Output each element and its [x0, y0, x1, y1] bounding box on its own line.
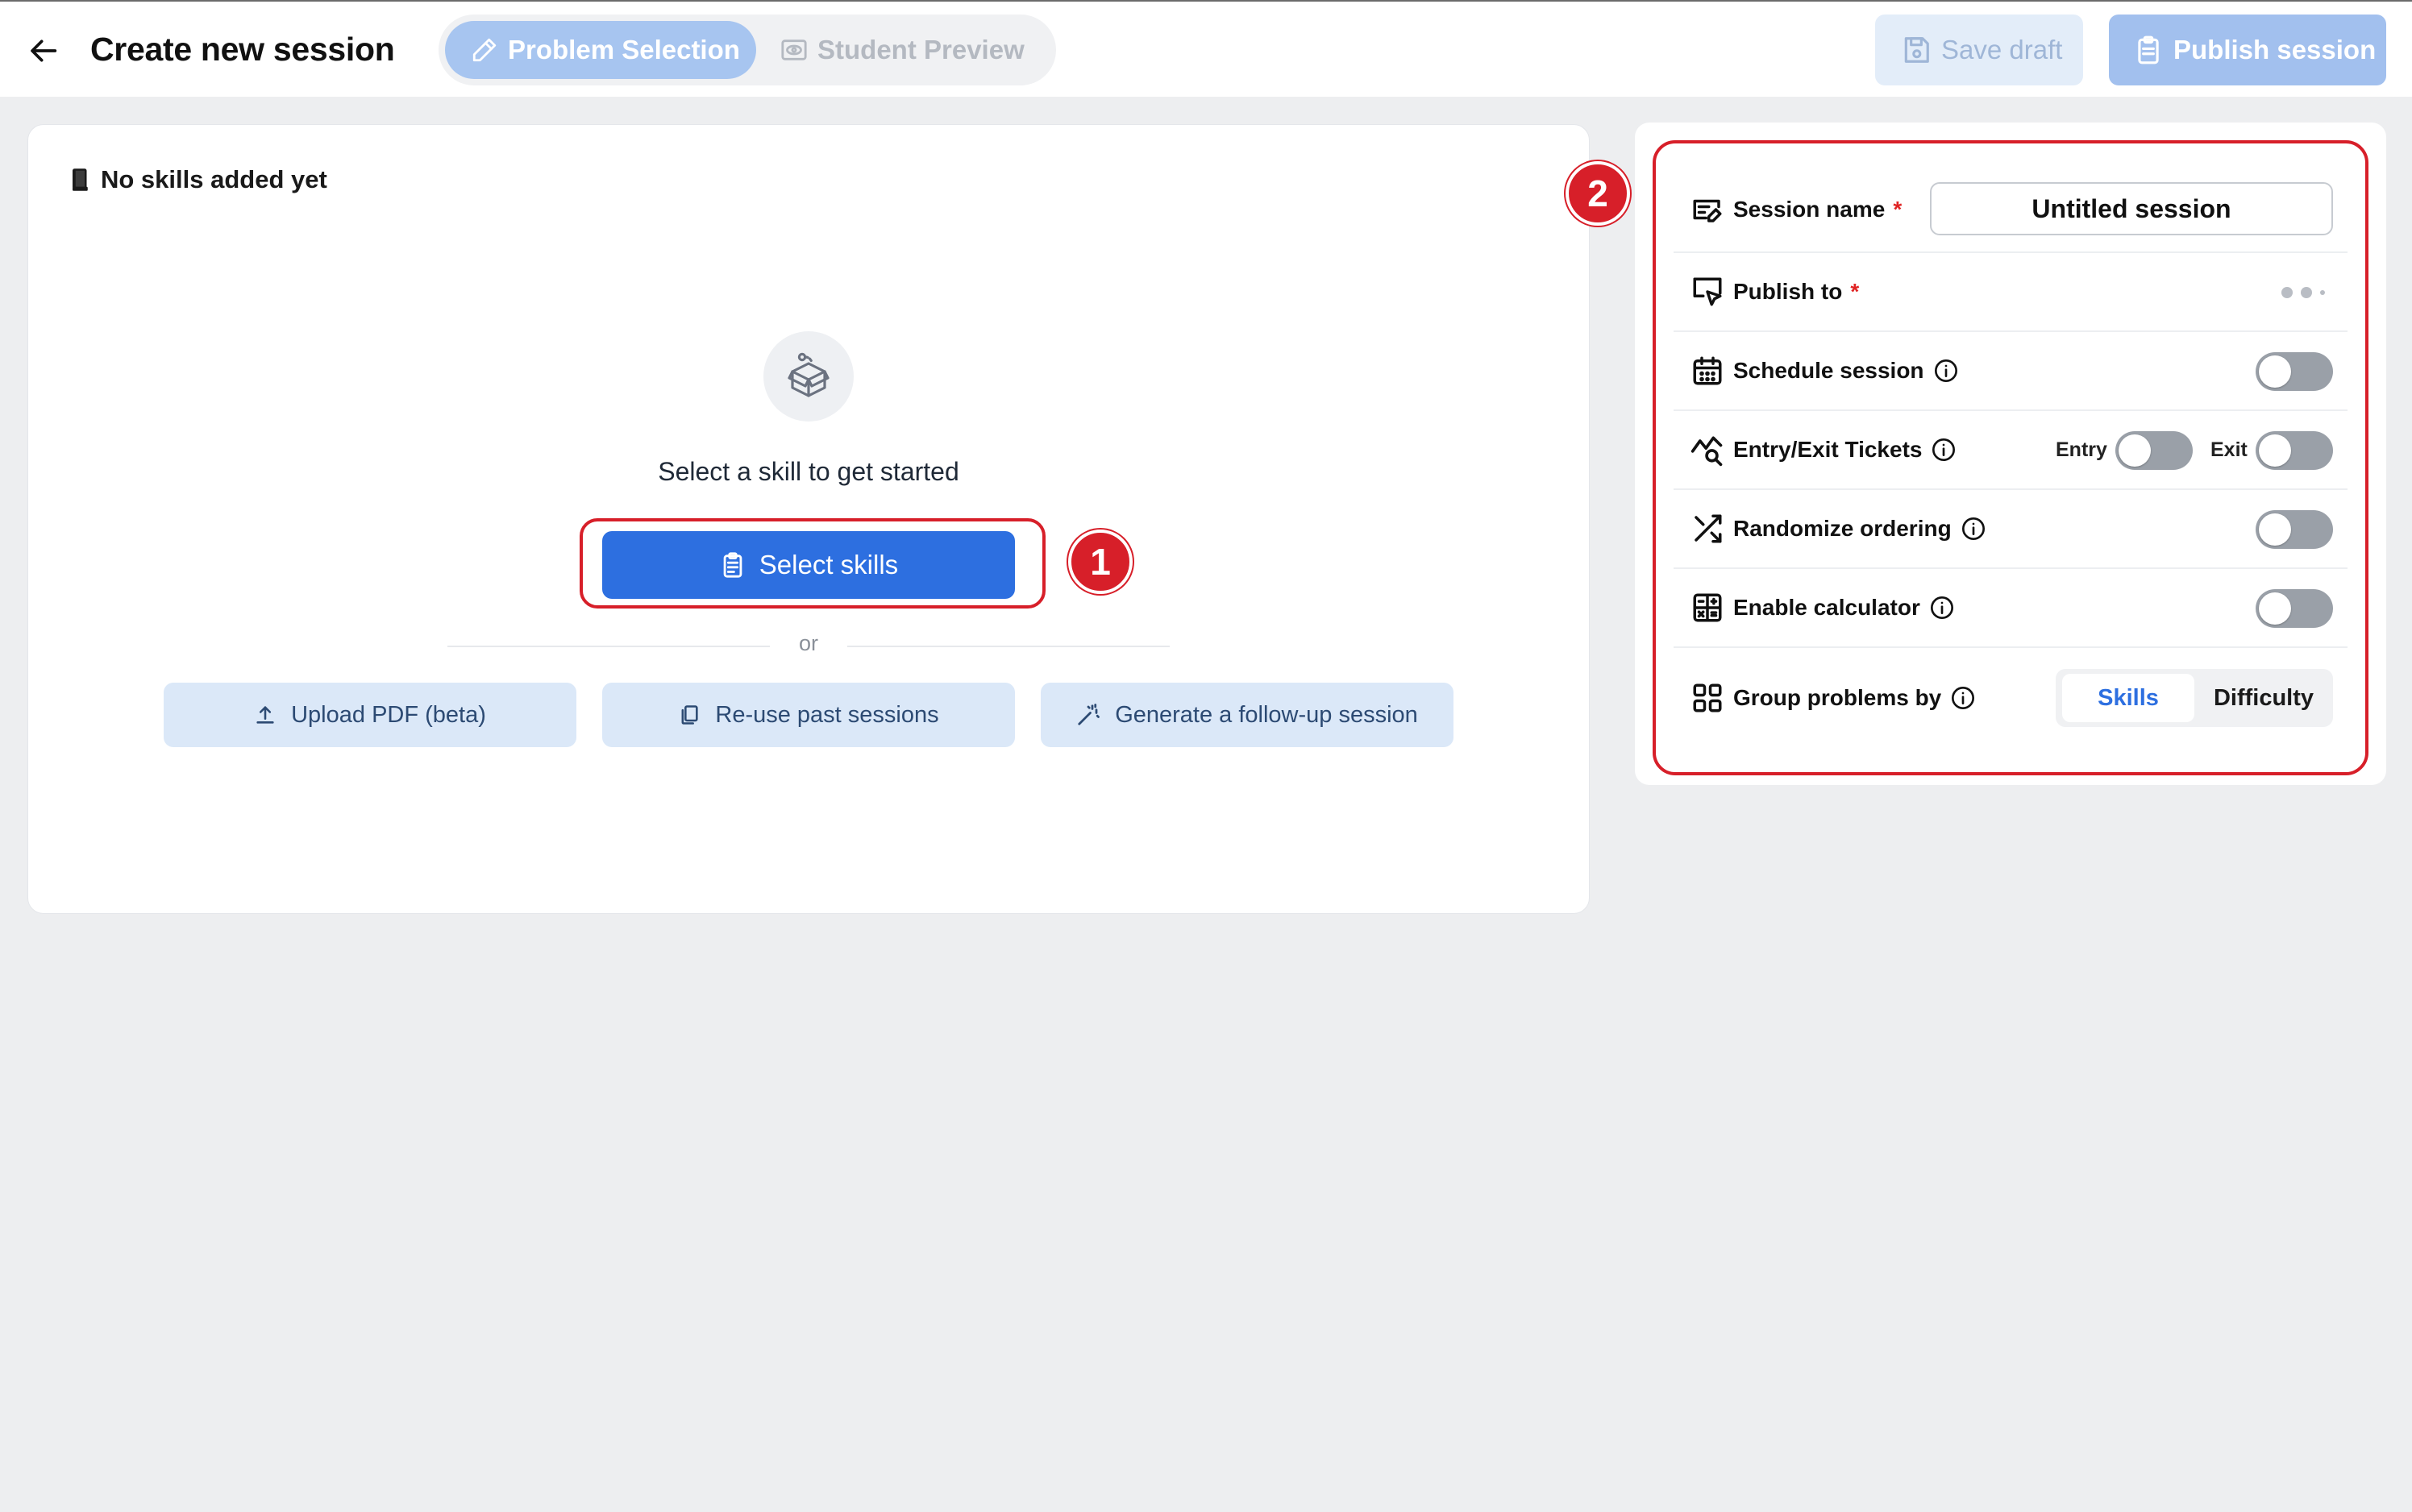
schedule-session-label: Schedule session — [1733, 357, 1960, 384]
select-skills-button[interactable]: Select skills — [602, 531, 1015, 599]
calculator-icon — [1690, 590, 1725, 625]
schedule-session-toggle[interactable] — [2256, 352, 2333, 391]
group-by-segmented-control: Skills Difficulty — [2056, 669, 2333, 727]
annotation-badge-2: 2 — [1566, 161, 1630, 226]
calendar-icon — [1690, 353, 1725, 388]
info-icon[interactable] — [1930, 436, 1957, 463]
select-skills-label: Select skills — [759, 550, 899, 579]
tab-label: Student Preview — [817, 35, 1025, 64]
settings-list: Session name * Publish to * — [1674, 168, 2348, 748]
publish-to-text: Publish to — [1733, 279, 1843, 304]
eye-preview-icon — [781, 39, 807, 60]
setting-enable-calculator: Enable calculator — [1674, 569, 2348, 648]
setting-group-problems: Group problems by Skills Difficulty — [1674, 648, 2348, 748]
group-by-skills-option[interactable]: Skills — [2062, 674, 2194, 722]
entry-ticket-toggle[interactable] — [2115, 431, 2193, 470]
tab-problem-selection[interactable]: Problem Selection — [445, 21, 756, 79]
empty-state-text: Select a skill to get started — [658, 457, 959, 486]
setting-session-name: Session name * — [1674, 168, 2348, 253]
info-icon[interactable] — [1928, 594, 1956, 621]
setting-randomize-ordering: Randomize ordering — [1674, 490, 2348, 569]
or-separator: or — [798, 631, 818, 655]
loading-dot — [2301, 287, 2312, 298]
divider-left — [447, 646, 770, 647]
enable-calculator-toggle[interactable] — [2256, 589, 2333, 628]
reuse-sessions-button[interactable]: Re-use past sessions — [602, 683, 1015, 747]
entry-exit-label: Entry/Exit Tickets — [1733, 436, 1957, 463]
exit-ticket-toggle[interactable] — [2256, 431, 2333, 470]
info-icon[interactable] — [1960, 515, 1987, 542]
publish-cursor-icon — [1690, 274, 1725, 309]
publish-to-label: Publish to * — [1733, 279, 1859, 305]
generate-followup-label: Generate a follow-up session — [1115, 701, 1418, 728]
publish-session-button[interactable]: Publish session — [2109, 15, 2386, 85]
annotation-badge-1: 1 — [1068, 530, 1133, 594]
required-mark: * — [1850, 279, 1860, 304]
shuffle-icon — [1690, 511, 1725, 546]
randomize-ordering-toggle[interactable] — [2256, 510, 2333, 549]
back-button[interactable] — [24, 31, 64, 71]
tab-label: Problem Selection — [508, 35, 740, 64]
required-mark: * — [1893, 197, 1903, 222]
entry-exit-text: Entry/Exit Tickets — [1733, 437, 1923, 462]
tab-student-preview[interactable]: Student Preview — [764, 21, 1050, 79]
empty-state-icon — [763, 331, 854, 422]
loading-dot — [2320, 290, 2325, 295]
top-bar: Create new session Problem Selection Stu… — [0, 0, 2412, 97]
setting-schedule-session: Schedule session — [1674, 332, 2348, 411]
session-name-text: Session name — [1733, 197, 1886, 222]
arrow-left-icon — [31, 39, 57, 62]
generate-followup-button[interactable]: Generate a follow-up session — [1041, 683, 1453, 747]
page-title: Create new session — [90, 31, 395, 68]
group-problems-label: Group problems by — [1733, 684, 1977, 712]
floppy-disk-icon — [1904, 37, 1929, 63]
randomize-text: Randomize ordering — [1733, 516, 1952, 541]
session-name-input[interactable] — [1930, 182, 2333, 235]
upload-pdf-label: Upload PDF (beta) — [291, 701, 486, 728]
schedule-session-text: Schedule session — [1733, 358, 1924, 383]
magic-wand-icon — [1078, 704, 1100, 725]
setting-publish-to: Publish to * — [1674, 253, 2348, 332]
upload-pdf-button[interactable]: Upload PDF (beta) — [164, 683, 576, 747]
book-icon — [73, 168, 88, 191]
open-box-icon — [788, 352, 830, 397]
copy-icon — [681, 705, 698, 725]
save-draft-button[interactable]: Save draft — [1875, 15, 2083, 85]
info-icon[interactable] — [1932, 357, 1960, 384]
chart-search-icon — [1690, 432, 1725, 467]
upload-icon — [256, 706, 274, 724]
loading-dots — [2281, 287, 2325, 298]
save-draft-label: Save draft — [1941, 35, 2063, 64]
exit-label: Exit — [2210, 438, 2248, 461]
skills-heading: No skills added yet — [70, 165, 327, 194]
session-name-label: Session name * — [1733, 197, 1902, 222]
skills-heading-text: No skills added yet — [101, 165, 327, 193]
clipboard-list-icon — [723, 552, 742, 578]
reuse-sessions-label: Re-use past sessions — [715, 701, 939, 728]
mode-tabs: Problem Selection Student Preview — [439, 15, 1056, 85]
publish-session-label: Publish session — [2173, 35, 2377, 64]
clipboard-icon — [2138, 35, 2159, 64]
group-by-difficulty-option[interactable]: Difficulty — [2198, 674, 2330, 722]
grid-icon — [1690, 680, 1725, 716]
randomize-label: Randomize ordering — [1733, 515, 1987, 542]
group-problems-text: Group problems by — [1733, 685, 1942, 710]
form-edit-icon — [1690, 192, 1725, 227]
divider-right — [847, 646, 1170, 647]
skills-card: No skills added yet Select a skill to ge… — [27, 124, 1590, 914]
loading-dot — [2281, 287, 2293, 298]
pencil-icon — [472, 38, 497, 62]
calculator-label: Enable calculator — [1733, 594, 1956, 621]
entry-label: Entry — [2056, 438, 2107, 461]
info-icon[interactable] — [1949, 684, 1977, 712]
calculator-text: Enable calculator — [1733, 595, 1920, 620]
setting-entry-exit-tickets: Entry/Exit Tickets Entry Exit — [1674, 411, 2348, 490]
